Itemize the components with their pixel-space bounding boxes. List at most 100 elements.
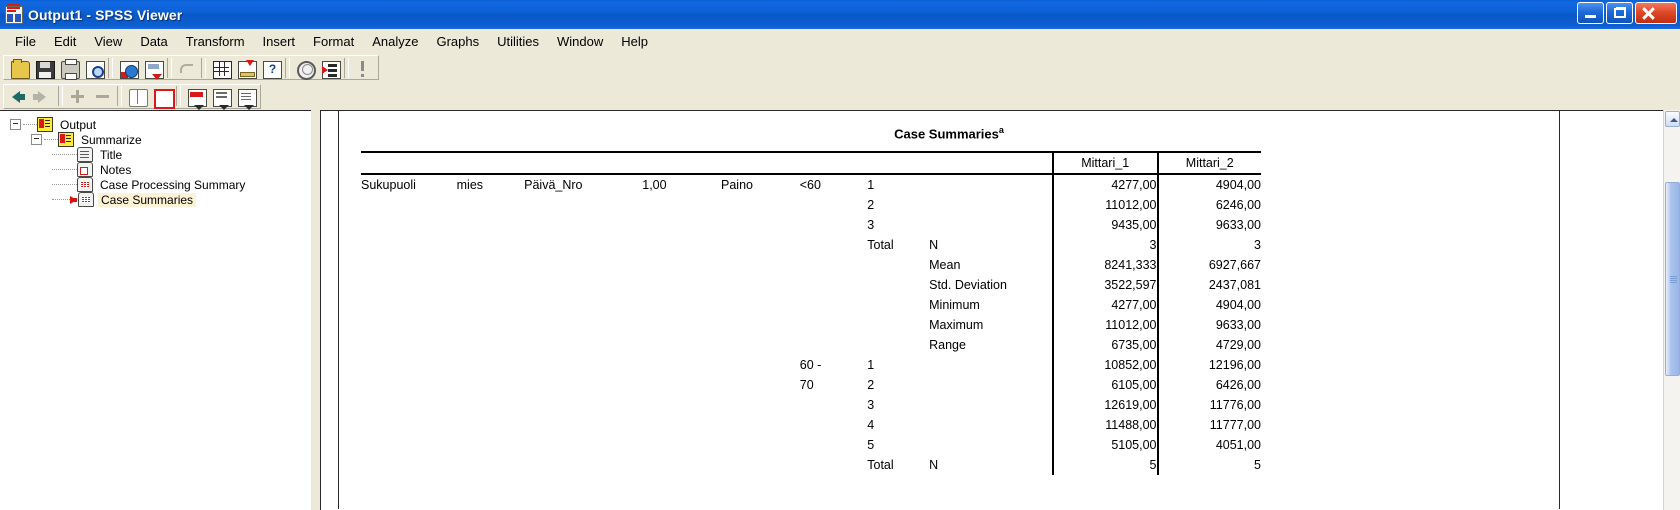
hide-all-button[interactable]: [150, 85, 175, 109]
cell-mittari1: 10852,00: [1051, 355, 1158, 375]
cell-day-value: [642, 275, 721, 295]
outline-pane[interactable]: Output Summarize Title Notes Case Proces…: [0, 110, 311, 510]
show-all-button[interactable]: [125, 85, 148, 107]
scroll-thumb[interactable]: [1665, 182, 1680, 376]
menu-window[interactable]: Window: [548, 31, 612, 52]
cell-statistic: [929, 415, 1053, 435]
table-row[interactable]: Minimum 4277,00 4904,00: [361, 295, 1261, 315]
table-row[interactable]: 60 - 1 10852,00 12196,00: [361, 355, 1261, 375]
menu-view[interactable]: View: [85, 31, 131, 52]
table-row[interactable]: 5 5105,00 4051,00: [361, 435, 1261, 455]
cell-mittari1: 3: [1051, 235, 1158, 255]
cell-statistic: Maximum: [929, 318, 984, 332]
vertical-scrollbar[interactable]: [1663, 110, 1680, 510]
insert-title-button[interactable]: [209, 85, 232, 110]
close-button[interactable]: [1635, 2, 1677, 24]
cell-paiva-nro: Päivä_Nro: [524, 178, 583, 192]
outline-node-summarize[interactable]: Summarize: [31, 132, 311, 147]
menu-graphs[interactable]: Graphs: [427, 31, 488, 52]
cell-mittari1: 12619,00: [1051, 395, 1158, 415]
open-file-button[interactable]: [7, 57, 30, 79]
cell-weight-group: [800, 335, 868, 355]
export-web-button[interactable]: [116, 57, 139, 79]
menu-analyze[interactable]: Analyze: [363, 31, 427, 52]
cell-case-number: 2: [867, 198, 875, 212]
cell-gender-value: [457, 235, 525, 255]
cell-paino: [721, 335, 800, 355]
expand-toggle-output[interactable]: [10, 119, 21, 130]
undo-button[interactable]: [175, 57, 198, 79]
table-row[interactable]: 3 12619,00 11776,00: [361, 395, 1261, 415]
save-file-button[interactable]: [32, 57, 55, 79]
cell-case-number: [867, 275, 929, 295]
variables-help-button[interactable]: ?: [259, 57, 282, 79]
insert-heading-button[interactable]: [184, 85, 207, 110]
outline-node-notes[interactable]: Notes: [52, 162, 311, 177]
insert-cases-button[interactable]: [234, 57, 257, 79]
export-button[interactable]: [141, 57, 164, 80]
collapse-button[interactable]: [91, 85, 114, 107]
cell-weight-group: [800, 275, 868, 295]
cell-statistic: Std. Deviation: [929, 278, 1007, 292]
demote-button[interactable]: [32, 85, 55, 107]
outline-node-label: Summarize: [81, 132, 142, 147]
table-row[interactable]: 4 11488,00 11777,00: [361, 415, 1261, 435]
table-row[interactable]: 70 2 6105,00 6426,00: [361, 375, 1261, 395]
table-row[interactable]: Maximum 11012,00 9633,00: [361, 315, 1261, 335]
table-row[interactable]: Std. Deviation 3522,597 2437,081: [361, 275, 1261, 295]
menu-edit[interactable]: Edit: [45, 31, 85, 52]
expand-toggle-summarize[interactable]: [31, 134, 42, 145]
cell-weight-group: [800, 415, 868, 435]
menu-transform[interactable]: Transform: [177, 31, 254, 52]
cell-weight-group: [800, 455, 868, 475]
table-row[interactable]: Total N 3 3: [361, 235, 1261, 255]
menu-utilities[interactable]: Utilities: [488, 31, 548, 52]
cell-mittari2: 11777,00: [1156, 415, 1261, 435]
pivot-table-button[interactable]: [318, 57, 341, 79]
minimize-button[interactable]: [1577, 2, 1604, 24]
cell-paiva-nro: [524, 295, 642, 315]
outline-node-title[interactable]: Title: [52, 147, 311, 162]
cell-mittari2: 4051,00: [1156, 435, 1261, 455]
expand-button[interactable]: [66, 85, 89, 107]
toolbar-separator: [108, 57, 113, 78]
cell-weight-group: 70: [799, 378, 814, 392]
promote-button[interactable]: [7, 85, 30, 107]
menu-help[interactable]: Help: [612, 31, 657, 52]
select-cases-button[interactable]: [293, 57, 316, 80]
pane-splitter[interactable]: [311, 110, 320, 510]
output-pane[interactable]: Case Summariesa Mittari_1 Mittari_2 Suku…: [320, 110, 1663, 510]
table-row[interactable]: Range 6735,00 4729,00: [361, 335, 1261, 355]
cell-sukupuoli: [361, 455, 457, 475]
restore-button[interactable]: [1606, 2, 1633, 24]
cell-paino: [721, 395, 800, 415]
insert-text-button[interactable]: [234, 85, 257, 110]
cell-day-value: [642, 335, 721, 355]
print-button[interactable]: [57, 57, 80, 80]
outline-node-case-summaries[interactable]: Case Summaries: [52, 192, 311, 207]
cell-day-value: [642, 415, 721, 435]
cell-mittari1: 6105,00: [1051, 375, 1158, 395]
case-summaries-table[interactable]: Mittari_1 Mittari_2 Sukupuoli mies Päivä…: [361, 151, 1261, 475]
scroll-up-button[interactable]: [1665, 111, 1680, 127]
go-to-data-button[interactable]: [209, 57, 232, 79]
cell-paino: [721, 215, 800, 235]
table-row[interactable]: Total N 5 5: [361, 455, 1261, 475]
table-row[interactable]: Mean 8241,333 6927,667: [361, 255, 1261, 275]
cell-sukupuoli: [361, 215, 457, 235]
outline-node-case-processing-summary[interactable]: Case Processing Summary: [52, 177, 311, 192]
outline-node-output[interactable]: Output: [10, 117, 311, 132]
cell-statistic: Minimum: [929, 298, 980, 312]
menu-file[interactable]: File: [6, 31, 45, 52]
table-row[interactable]: 2 11012,00 6246,00: [361, 195, 1261, 215]
table-row[interactable]: 3 9435,00 9633,00: [361, 215, 1261, 235]
print-preview-button[interactable]: [82, 57, 105, 79]
menu-insert[interactable]: Insert: [254, 31, 305, 52]
table-row[interactable]: Sukupuoli mies Päivä_Nro 1,00 Paino <60 …: [361, 174, 1261, 195]
cell-day-value: [642, 295, 721, 315]
cell-mittari1: 5105,00: [1051, 435, 1158, 455]
menu-data[interactable]: Data: [131, 31, 176, 52]
run-button[interactable]: [352, 57, 375, 79]
menu-format[interactable]: Format: [304, 31, 363, 52]
cell-sukupuoli: [361, 235, 457, 255]
